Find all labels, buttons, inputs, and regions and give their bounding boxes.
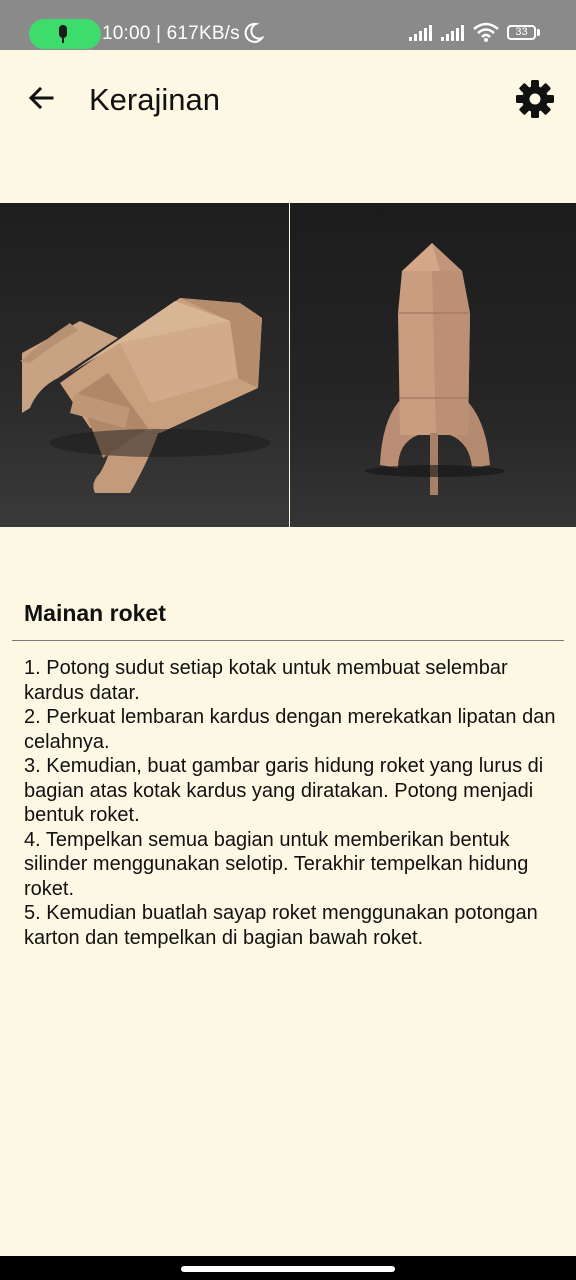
signal-icon: [441, 25, 464, 41]
rocket-photo-side: [0, 203, 289, 527]
home-handle[interactable]: [181, 1266, 395, 1272]
page-title: Kerajinan: [89, 82, 220, 117]
instructions-text: 1. Potong sudut setiap kotak untuk membu…: [24, 657, 556, 949]
moon-icon: [244, 22, 264, 43]
gear-icon[interactable]: [514, 78, 556, 120]
battery-icon: 33: [507, 25, 536, 40]
status-time-speed: 10:00 | 617KB/s: [102, 23, 240, 44]
section-title: Mainan roket: [24, 600, 166, 626]
battery-level: 33: [515, 26, 528, 38]
wifi-icon: [473, 22, 499, 42]
status-bar: 10:00 | 617KB/s 33: [0, 0, 576, 50]
rocket-photo-front: [290, 203, 576, 527]
microphone-indicator[interactable]: [29, 19, 101, 49]
signal-icon: [409, 25, 432, 41]
microphone-icon: [59, 25, 67, 38]
arrow-left-icon[interactable]: [24, 81, 58, 115]
divider: [12, 640, 564, 641]
